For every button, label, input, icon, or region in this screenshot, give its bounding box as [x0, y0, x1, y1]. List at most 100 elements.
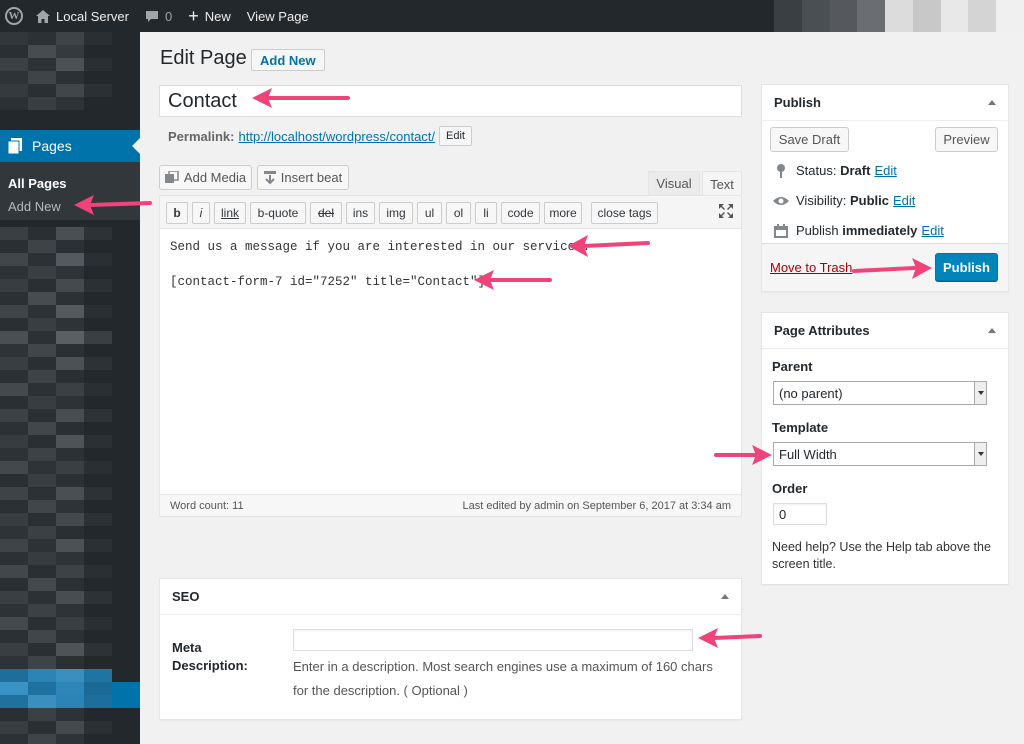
- add-media-label: Add Media: [183, 170, 247, 185]
- post-title-value: Contact: [168, 89, 237, 112]
- wordpress-logo-icon[interactable]: W: [0, 0, 28, 32]
- qt-del-button[interactable]: del: [310, 202, 342, 224]
- qt-ul-button[interactable]: ul: [417, 202, 442, 224]
- permalink-row: Permalink: http://localhost/wordpress/co…: [168, 126, 472, 146]
- publish-when-label: Publish: [796, 223, 839, 238]
- qt-li-button[interactable]: li: [475, 202, 497, 224]
- status-edit-link[interactable]: Edit: [874, 163, 896, 178]
- qt-ol-button[interactable]: ol: [446, 202, 471, 224]
- new-content-link[interactable]: + New: [180, 0, 239, 32]
- view-page-label: View Page: [246, 8, 309, 24]
- annotation-arrow-title: [252, 88, 350, 108]
- insert-beat-button[interactable]: Insert beat: [257, 165, 349, 190]
- admin-sidebar: Pages All Pages Add New: [0, 32, 140, 744]
- home-icon: [36, 9, 50, 23]
- current-menu-pointer: [132, 138, 140, 154]
- schedule-row: Publish immediately Edit: [772, 223, 944, 238]
- meta-description-label: Meta Description:: [172, 640, 248, 673]
- page-attributes-header[interactable]: Page Attributes: [762, 313, 1008, 349]
- move-to-trash-link[interactable]: Move to Trash: [770, 260, 852, 275]
- eye-icon: [772, 196, 790, 206]
- qt-more-button[interactable]: more: [544, 202, 582, 224]
- sidebar-pages-label: Pages: [32, 138, 72, 154]
- visibility-row: Visibility: Public Edit: [772, 193, 915, 208]
- meta-description-help: Enter in a description. Most search engi…: [293, 659, 713, 698]
- word-count: Word count: 11: [170, 499, 244, 512]
- publish-button[interactable]: Publish: [935, 253, 998, 281]
- add-media-button[interactable]: Add Media: [159, 165, 252, 190]
- new-label: New: [204, 8, 231, 24]
- status-value: Draft: [840, 163, 871, 178]
- tab-visual[interactable]: Visual: [648, 171, 700, 195]
- save-draft-button[interactable]: Save Draft: [770, 127, 849, 152]
- editor-status-bar: Word count: 11 Last edited by admin on S…: [160, 494, 741, 516]
- parent-label: Parent: [772, 359, 813, 374]
- insert-icon: [263, 170, 276, 185]
- status-row: Status: Draft Edit: [772, 163, 897, 178]
- annotation-arrow-shortcode: [474, 270, 552, 290]
- attributes-help-text: Need help? Use the Help tab above the sc…: [772, 540, 991, 571]
- status-label: Status:: [796, 163, 837, 178]
- seo-header[interactable]: SEO: [160, 579, 741, 615]
- template-label: Template: [772, 420, 829, 435]
- qt-img-button[interactable]: img: [379, 202, 413, 224]
- parent-select[interactable]: (no parent): [773, 381, 987, 405]
- comments-count: 0: [164, 8, 173, 24]
- comment-icon: [145, 10, 159, 23]
- annotation-arrow-content: [568, 235, 650, 257]
- parent-value: (no parent): [779, 385, 843, 401]
- qt-bold-button[interactable]: b: [166, 202, 188, 224]
- text-editor: b i link b-quote del ins img ul ol li co…: [159, 195, 742, 517]
- order-input[interactable]: 0: [773, 503, 827, 525]
- page-attributes-title: Page Attributes: [774, 323, 870, 338]
- seo-metabox: SEO Meta Description: Enter in a descrip…: [159, 578, 742, 720]
- quicktags-toolbar: b i link b-quote del ins img ul ol li co…: [160, 196, 741, 229]
- view-page-link[interactable]: View Page: [239, 0, 317, 32]
- admin-bar: W Local Server 0 + New View Page: [0, 0, 1024, 32]
- annotation-arrow-meta: [698, 628, 762, 648]
- visibility-value: Public: [849, 193, 889, 208]
- permalink-label: Permalink:: [168, 128, 235, 144]
- pin-icon: [772, 163, 790, 178]
- pixelated-region: [774, 0, 1024, 32]
- collapse-icon[interactable]: [988, 328, 996, 333]
- publish-title: Publish: [774, 95, 821, 110]
- chevron-down-icon: [974, 382, 986, 404]
- annotation-arrow-publish: [852, 258, 932, 279]
- template-select[interactable]: Full Width: [773, 442, 987, 466]
- preview-button[interactable]: Preview: [935, 127, 998, 152]
- publish-header[interactable]: Publish: [762, 85, 1008, 121]
- seo-title: SEO: [172, 589, 200, 604]
- comments-link[interactable]: 0: [137, 0, 180, 32]
- qt-bquote-button[interactable]: b-quote: [250, 202, 306, 224]
- post-title-input[interactable]: Contact: [159, 85, 742, 117]
- qt-italic-button[interactable]: i: [192, 202, 210, 224]
- template-value: Full Width: [779, 446, 837, 462]
- site-name-link[interactable]: Local Server: [28, 0, 137, 32]
- fullscreen-icon[interactable]: [719, 204, 733, 221]
- media-icon: [164, 170, 179, 185]
- sidebar-item-pages[interactable]: Pages: [0, 130, 140, 162]
- site-name: Local Server: [56, 8, 129, 24]
- chevron-down-icon: [974, 443, 986, 465]
- meta-description-input[interactable]: [293, 629, 693, 651]
- qt-close-tags-button[interactable]: close tags: [591, 202, 658, 224]
- qt-ins-button[interactable]: ins: [346, 202, 375, 224]
- qt-link-button[interactable]: link: [214, 202, 246, 224]
- publish-when-value: immediately: [842, 223, 918, 238]
- add-new-button[interactable]: Add New: [251, 49, 325, 71]
- permalink-edit-button[interactable]: Edit: [439, 126, 472, 146]
- annotation-arrow-add-new: [74, 195, 152, 215]
- plus-icon: +: [188, 5, 199, 26]
- tab-text[interactable]: Text: [702, 171, 742, 196]
- permalink-link[interactable]: http://localhost/wordpress/contact/: [238, 129, 435, 144]
- pages-icon: [8, 138, 22, 154]
- collapse-icon[interactable]: [721, 594, 729, 599]
- page-attributes-metabox: Page Attributes Parent (no parent) Templ…: [761, 312, 1009, 585]
- page-title: Edit Page: [160, 47, 247, 69]
- last-edited: Last edited by admin on September 6, 201…: [462, 499, 731, 512]
- collapse-icon[interactable]: [988, 100, 996, 105]
- schedule-edit-link[interactable]: Edit: [921, 223, 943, 238]
- qt-code-button[interactable]: code: [501, 202, 540, 224]
- visibility-edit-link[interactable]: Edit: [893, 193, 915, 208]
